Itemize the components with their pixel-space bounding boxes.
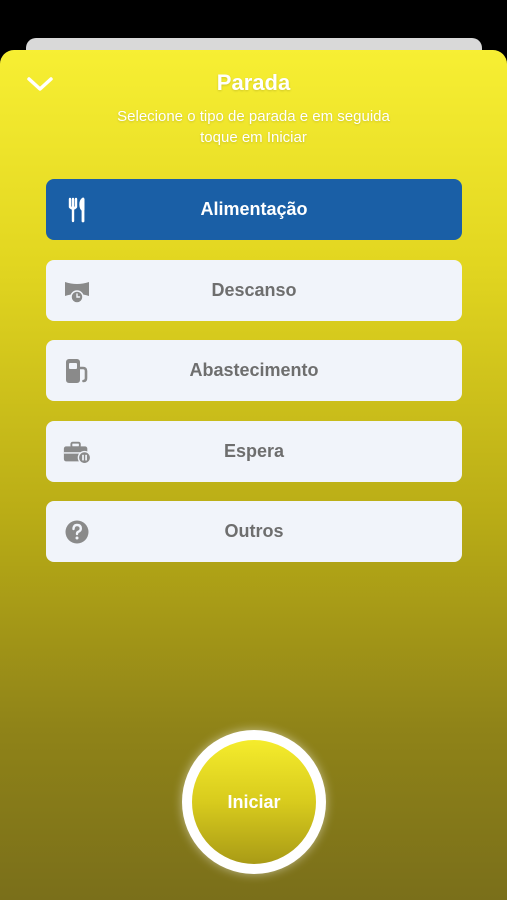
start-button[interactable]: Iniciar xyxy=(182,730,326,874)
option-label: Descanso xyxy=(211,279,297,300)
option-label: Abastecimento xyxy=(189,360,319,380)
option-label: Outros xyxy=(224,521,284,541)
page-title: Parada xyxy=(216,70,291,95)
screen: Parada Selecione o tipo de parada e em s… xyxy=(0,0,507,900)
option-label: Espera xyxy=(223,440,285,461)
stop-type-list: Alimentação Descanso Abastecimento Esper… xyxy=(46,179,462,582)
option-outros[interactable]: Outros xyxy=(46,501,462,562)
page-subtitle: Selecione o tipo de parada e em seguida … xyxy=(117,108,390,146)
stop-type-sheet: Parada Selecione o tipo de parada e em s… xyxy=(0,50,507,900)
option-alimentacao[interactable]: Alimentação xyxy=(46,179,462,240)
option-abastecimento[interactable]: Abastecimento xyxy=(46,340,462,401)
start-button-inner: Iniciar xyxy=(192,740,316,864)
start-button-label: Iniciar xyxy=(227,791,281,812)
option-espera[interactable]: Espera xyxy=(46,420,462,482)
option-descanso[interactable]: Descanso xyxy=(46,259,462,321)
option-label: Alimentação xyxy=(200,199,308,219)
